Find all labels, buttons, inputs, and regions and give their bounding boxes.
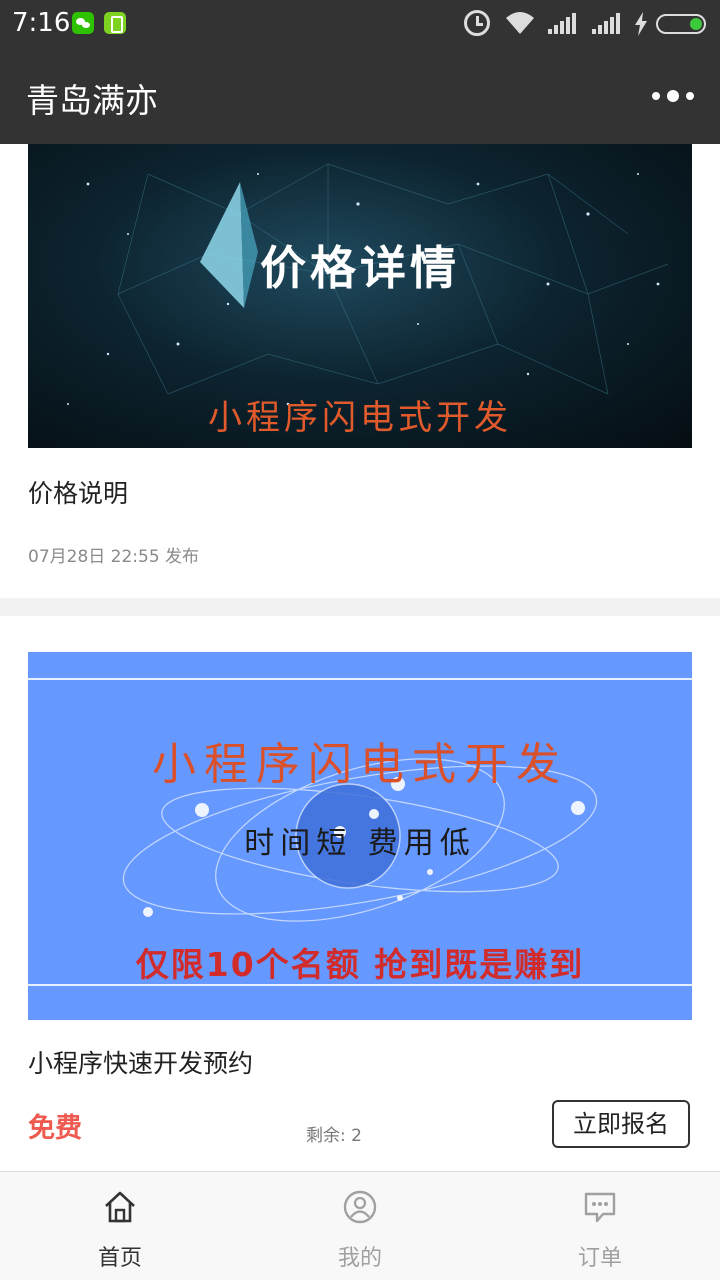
wifi-icon bbox=[506, 12, 534, 34]
signal-icon-2 bbox=[592, 12, 622, 34]
tab-orders-label: 订单 bbox=[577, 1246, 622, 1271]
event-card[interactable]: 小程序闪电式开发 时间短 费用低 仅限10个名额 抢到既是赚到 小程序快速开发预… bbox=[0, 616, 720, 1171]
content-feed[interactable]: 价格详情 小程序闪电式开发 价格说明 07月28日 22:55 发布 小程序闪电… bbox=[0, 144, 720, 1171]
banner-headline: 价格详情 bbox=[260, 241, 460, 295]
charging-icon bbox=[635, 12, 647, 36]
battery-icon bbox=[656, 14, 706, 34]
status-time: 7:16 bbox=[12, 8, 71, 38]
banner-subline: 小程序闪电式开发 bbox=[208, 398, 512, 438]
article-meta: 07月28日 22:55 发布 bbox=[28, 547, 200, 567]
article-title[interactable]: 价格说明 bbox=[28, 474, 128, 510]
banner-middle: 时间短 费用低 bbox=[244, 826, 476, 861]
home-icon bbox=[105, 1191, 135, 1223]
user-icon bbox=[343, 1190, 377, 1224]
event-banner-image: 小程序闪电式开发 时间短 费用低 仅限10个名额 抢到既是赚到 bbox=[28, 652, 692, 1020]
more-dots-icon[interactable] bbox=[650, 88, 698, 104]
alarm-icon bbox=[464, 10, 490, 36]
tab-mine-label: 我的 bbox=[337, 1246, 382, 1271]
price-label: 免费 bbox=[28, 1113, 82, 1144]
tab-orders[interactable]: 订单 bbox=[480, 1172, 720, 1280]
event-title[interactable]: 小程序快速开发预约 bbox=[28, 1044, 253, 1080]
status-bar: 7:16 bbox=[0, 0, 720, 50]
tab-home-label: 首页 bbox=[97, 1246, 142, 1271]
tab-bar: 首页 我的 订单 bbox=[0, 1171, 720, 1280]
price-banner-image: 价格详情 小程序闪电式开发 bbox=[28, 144, 692, 448]
sim-icon bbox=[104, 12, 126, 34]
banner-bottom: 仅限10个名额 抢到既是赚到 bbox=[135, 945, 585, 984]
message-icon bbox=[584, 1192, 616, 1223]
signup-button[interactable]: 立即报名 bbox=[552, 1100, 690, 1148]
remaining-count: 剩余: 2 bbox=[306, 1126, 362, 1146]
tab-mine[interactable]: 我的 bbox=[240, 1172, 480, 1280]
wechat-icon bbox=[72, 12, 94, 34]
signal-icon bbox=[548, 12, 578, 34]
page-title: 青岛满亦 bbox=[26, 81, 158, 120]
title-bar: 青岛满亦 bbox=[0, 50, 720, 144]
tab-home[interactable]: 首页 bbox=[0, 1172, 240, 1280]
article-card[interactable]: 价格详情 小程序闪电式开发 价格说明 07月28日 22:55 发布 bbox=[0, 144, 720, 598]
banner-headline: 小程序闪电式开发 bbox=[152, 739, 568, 790]
